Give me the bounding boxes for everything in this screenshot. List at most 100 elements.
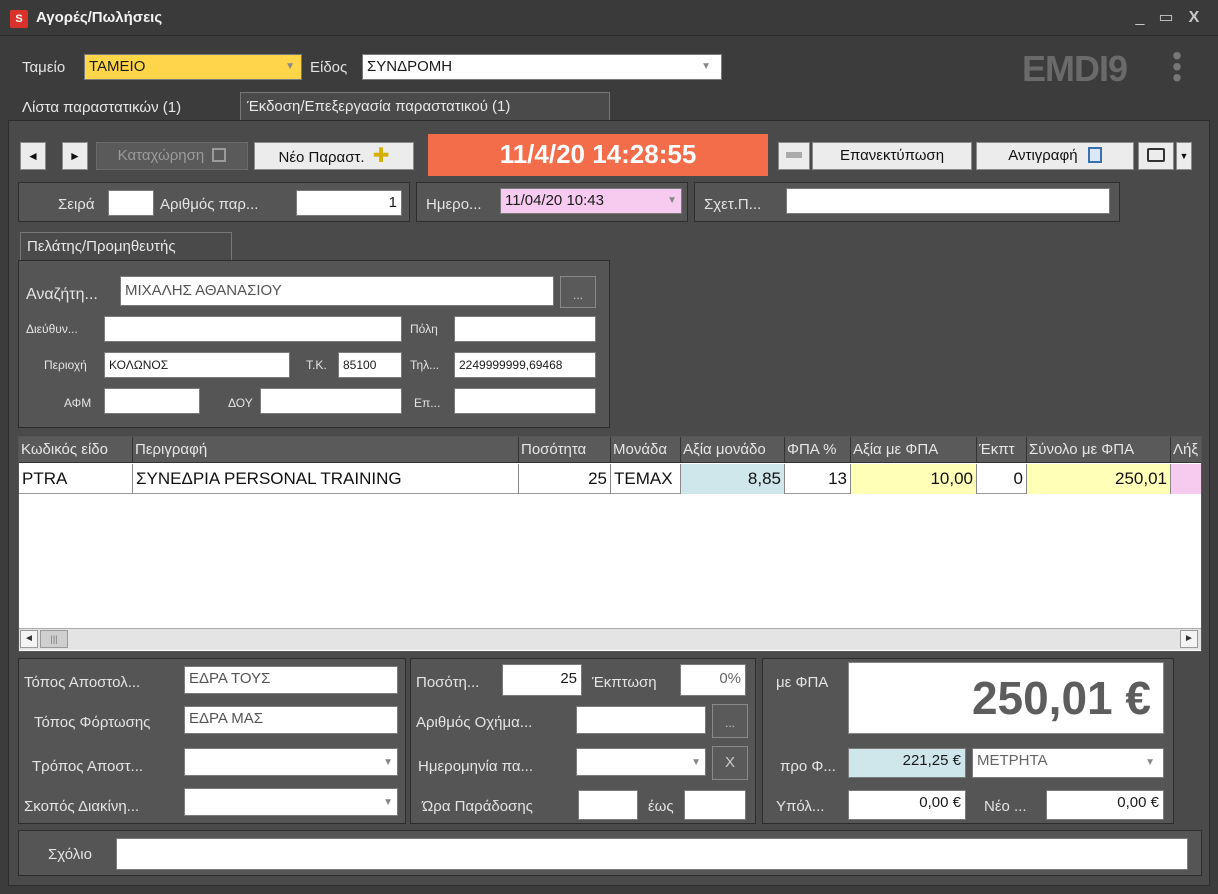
app-logo-icon: S bbox=[10, 10, 28, 28]
cashbox-select[interactable]: ΤΑΜΕΙΟ ▼ bbox=[84, 54, 302, 80]
horizontal-scrollbar[interactable] bbox=[19, 628, 1201, 650]
close-icon: X bbox=[724, 754, 735, 771]
reprint-button[interactable]: Επανεκτύπωση bbox=[812, 142, 972, 170]
table-row[interactable]: PTRA ΣΥΝΕΔΡΙΑ PERSONAL TRAINING 25 ΤΕΜΑΧ… bbox=[19, 464, 1201, 494]
scroll-left-icon[interactable]: ◄ bbox=[20, 630, 38, 648]
cell-discount[interactable]: 0 bbox=[977, 464, 1027, 494]
column-header-discount[interactable]: Έκπτ bbox=[977, 437, 1027, 463]
chevron-down-icon: ▼ bbox=[383, 797, 393, 808]
comment-input[interactable] bbox=[116, 838, 1188, 870]
new-balance-value: 0,00 € bbox=[1046, 790, 1164, 820]
doc-date-input[interactable]: 11/04/20 10:43 ▼ bbox=[500, 188, 682, 214]
delivery-time-from-input[interactable] bbox=[578, 790, 638, 820]
zip-label: Τ.Κ. bbox=[306, 358, 327, 372]
print-dropdown-button[interactable]: ▼ bbox=[1176, 142, 1192, 170]
cell-expiry[interactable] bbox=[1171, 464, 1201, 494]
scroll-thumb[interactable]: ||| bbox=[40, 630, 68, 648]
chevron-down-icon: ▼ bbox=[667, 195, 677, 206]
save-button[interactable]: Καταχώρηση bbox=[96, 142, 248, 170]
more-options-icon[interactable]: • • • bbox=[1172, 42, 1182, 92]
cell-total-with-vat[interactable]: 250,01 bbox=[1027, 464, 1171, 494]
title-bar bbox=[0, 0, 1218, 36]
phone-label: Τηλ... bbox=[410, 358, 440, 372]
vehicle-lookup-button[interactable]: ... bbox=[712, 704, 748, 738]
copy-button[interactable]: Αντιγραφή bbox=[976, 142, 1134, 170]
column-header-vat-percent[interactable]: ΦΠΑ % bbox=[785, 437, 851, 463]
printer-icon bbox=[1147, 148, 1165, 162]
items-grid-header: Κωδικός είδο Περιγραφή Ποσότητα Μονάδα Α… bbox=[19, 437, 1201, 463]
balance-value: 0,00 € bbox=[848, 790, 966, 820]
column-header-expiry[interactable]: Λήξ bbox=[1171, 437, 1201, 463]
minimize-button[interactable]: _ bbox=[1130, 8, 1150, 28]
tab-document-edit[interactable]: Έκδοση/Επεξεργασία παραστατικού (1) bbox=[240, 92, 610, 120]
doc-date-value: 11/04/20 10:43 bbox=[505, 192, 604, 209]
tax-office-input[interactable] bbox=[260, 388, 402, 414]
series-input[interactable] bbox=[108, 190, 154, 216]
new-document-button[interactable]: Νέο Παραστ. ✚ bbox=[254, 142, 414, 170]
save-label: Καταχώρηση bbox=[117, 147, 205, 164]
payment-method-value: ΜΕΤΡΗΤΑ bbox=[977, 752, 1048, 769]
cell-value-with-vat[interactable]: 10,00 bbox=[851, 464, 977, 494]
pre-vat-value: 221,25 € bbox=[848, 748, 966, 778]
ship-method-select[interactable]: ▼ bbox=[184, 748, 398, 776]
cell-unit[interactable]: ΤΕΜΑΧ bbox=[611, 464, 681, 494]
cell-unit-value[interactable]: 8,85 bbox=[681, 464, 785, 494]
scroll-right-icon[interactable]: ► bbox=[1180, 630, 1198, 648]
tab-customer[interactable]: Πελάτης/Προμηθευτής bbox=[20, 232, 232, 260]
column-header-unit-value[interactable]: Αξία μονάδο bbox=[681, 437, 785, 463]
prev-button[interactable]: ◄ bbox=[20, 142, 46, 170]
brand-logo: EMDI9 bbox=[1022, 48, 1128, 89]
quantity-total-label: Ποσότη... bbox=[416, 674, 480, 691]
ship-destination-input[interactable]: ΕΔΡΑ ΤΟΥΣ bbox=[184, 666, 398, 694]
print-button[interactable] bbox=[1138, 142, 1174, 170]
minus-icon bbox=[786, 152, 802, 158]
next-button[interactable]: ► bbox=[62, 142, 88, 170]
column-header-unit[interactable]: Μονάδα bbox=[611, 437, 681, 463]
discount-input[interactable]: 0% bbox=[680, 664, 746, 696]
customer-search-input[interactable]: ΜΙΧΑΛΗΣ ΑΘΑΝΑΣΙΟΥ bbox=[120, 276, 554, 306]
area-label: Περιοχή bbox=[44, 358, 87, 372]
delivery-time-label: Ώρα Παράδοσης bbox=[422, 798, 533, 815]
cell-code[interactable]: PTRA bbox=[19, 464, 133, 494]
close-button[interactable]: X bbox=[1184, 8, 1204, 28]
zip-input[interactable]: 85100 bbox=[338, 352, 402, 378]
chevron-down-icon: ▼ bbox=[701, 61, 711, 72]
minus-button[interactable] bbox=[778, 142, 810, 170]
discount-label: Έκπτωση bbox=[592, 674, 657, 691]
city-input[interactable] bbox=[454, 316, 596, 342]
column-header-description[interactable]: Περιγραφή bbox=[133, 437, 519, 463]
vehicle-number-input[interactable] bbox=[576, 706, 706, 734]
cell-quantity[interactable]: 25 bbox=[519, 464, 611, 494]
column-header-code[interactable]: Κωδικός είδο bbox=[19, 437, 133, 463]
cell-description[interactable]: ΣΥΝΕΔΡΙΑ PERSONAL TRAINING bbox=[133, 464, 519, 494]
cell-vat-percent[interactable]: 13 bbox=[785, 464, 851, 494]
address-input[interactable] bbox=[104, 316, 402, 342]
related-doc-label: Σχετ.Π... bbox=[704, 196, 762, 213]
profession-input[interactable] bbox=[454, 388, 596, 414]
address-label: Διεύθυν... bbox=[26, 322, 78, 336]
payment-method-select[interactable]: ΜΕΤΡΗΤΑ ▼ bbox=[972, 748, 1164, 778]
quantity-total-input[interactable]: 25 bbox=[502, 664, 582, 696]
ship-purpose-select[interactable]: ▼ bbox=[184, 788, 398, 816]
tab-document-list[interactable]: Λίστα παραστατικών (1) bbox=[16, 94, 187, 122]
maximize-button[interactable]: ▭ bbox=[1156, 8, 1176, 28]
doc-number-input[interactable]: 1 bbox=[296, 190, 402, 216]
column-header-quantity[interactable]: Ποσότητα bbox=[519, 437, 611, 463]
delivery-date-select[interactable]: ▼ bbox=[576, 748, 706, 776]
related-doc-input[interactable] bbox=[786, 188, 1110, 214]
ship-loading-input[interactable]: ΕΔΡΑ ΜΑΣ bbox=[184, 706, 398, 734]
vat-number-input[interactable] bbox=[104, 388, 200, 414]
delivery-time-to-input[interactable] bbox=[684, 790, 746, 820]
until-label: έως bbox=[648, 798, 674, 815]
column-header-total-with-vat[interactable]: Σύνολο με ΦΠΑ bbox=[1027, 437, 1171, 463]
cashbox-label: Ταμείο bbox=[22, 59, 66, 76]
chevron-down-icon: ▼ bbox=[1145, 757, 1155, 768]
copy-icon bbox=[1087, 147, 1102, 163]
clear-date-button[interactable]: X bbox=[712, 746, 748, 780]
type-select[interactable]: ΣΥΝΔΡΟΜΗ ▼ bbox=[362, 54, 722, 80]
column-header-value-with-vat[interactable]: Αξία με ΦΠΑ bbox=[851, 437, 977, 463]
customer-lookup-button[interactable]: ... bbox=[560, 276, 596, 308]
area-input[interactable]: ΚΟΛΩΝΟΣ bbox=[104, 352, 290, 378]
type-label: Είδος bbox=[310, 59, 348, 76]
phone-input[interactable]: 2249999999,69468 bbox=[454, 352, 596, 378]
